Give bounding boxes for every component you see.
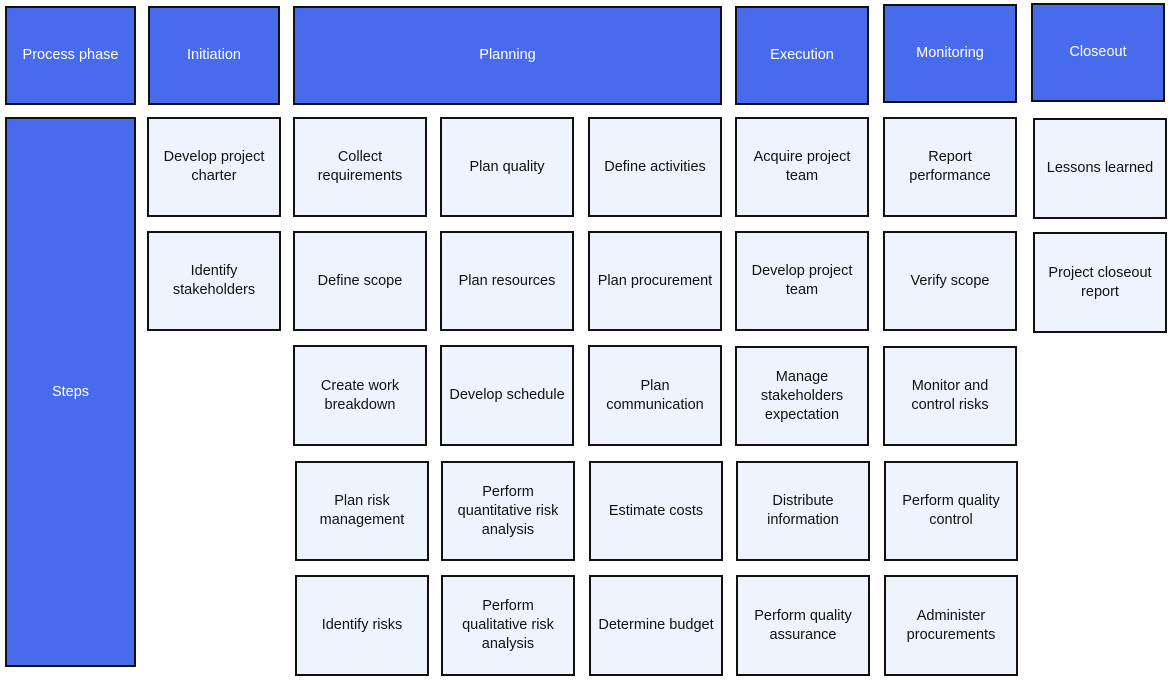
phase-closeout: Closeout bbox=[1031, 3, 1165, 102]
step-label: Perform qualitative risk analysis bbox=[462, 598, 554, 652]
step-label: Plan procurement bbox=[597, 272, 713, 289]
step-box: Verify scope bbox=[883, 231, 1017, 331]
step-label: Create work breakdown bbox=[320, 377, 400, 413]
step-box: Project closeout report bbox=[1033, 232, 1167, 333]
step-label: Develop schedule bbox=[449, 387, 565, 403]
phase-planning: Planning bbox=[293, 6, 722, 105]
step-box: Plan quality bbox=[440, 117, 574, 217]
step-box: Plan risk management bbox=[295, 461, 429, 561]
step-label: Plan resources bbox=[458, 272, 556, 289]
step-box: Plan procurement bbox=[588, 231, 722, 331]
step-label: Identify risks bbox=[321, 617, 403, 633]
step-box: Administer procurements bbox=[884, 575, 1018, 676]
step-label: Lessons learned bbox=[1046, 160, 1154, 176]
phase-execution-label: Execution bbox=[770, 47, 834, 63]
phase-execution: Execution bbox=[735, 6, 869, 105]
step-label: Monitor and control risks bbox=[911, 378, 989, 413]
step-box: Plan communication bbox=[588, 345, 722, 446]
step-label: Perform quality assurance bbox=[754, 607, 852, 643]
step-box: Define activities bbox=[588, 117, 722, 217]
step-label: Plan risk management bbox=[319, 493, 405, 528]
step-box: Collect requirements bbox=[293, 117, 427, 217]
steps-label: Steps bbox=[5, 117, 136, 667]
step-box: Estimate costs bbox=[589, 461, 723, 561]
step-label: Perform quantitative risk analysis bbox=[457, 483, 559, 538]
step-label: Estimate costs bbox=[608, 502, 704, 519]
phase-initiation: Initiation bbox=[148, 6, 280, 105]
step-label: Project closeout report bbox=[1048, 264, 1152, 300]
step-label: Acquire project team bbox=[753, 149, 851, 184]
step-label: Distribute information bbox=[767, 493, 839, 528]
step-label: Report performance bbox=[909, 149, 991, 184]
step-box: Create work breakdown bbox=[293, 345, 427, 446]
step-label: Plan communication bbox=[606, 377, 704, 413]
step-box: Perform quantitative risk analysis bbox=[441, 461, 575, 561]
phase-closeout-label: Closeout bbox=[1069, 44, 1127, 60]
step-label: Perform quality control bbox=[902, 493, 1000, 528]
step-box: Acquire project team bbox=[735, 117, 869, 217]
step-box: Perform quality control bbox=[884, 461, 1018, 561]
step-label: Identify stakeholders bbox=[172, 263, 256, 298]
step-label: Develop project charter bbox=[163, 149, 265, 184]
step-box: Develop project team bbox=[735, 231, 869, 331]
step-box: Plan resources bbox=[440, 231, 574, 331]
process-phase-text: Process phase bbox=[22, 47, 119, 63]
phase-planning-label: Planning bbox=[479, 47, 536, 63]
step-box: Perform quality assurance bbox=[736, 575, 870, 676]
step-box: Develop schedule bbox=[440, 345, 574, 446]
step-label: Verify scope bbox=[910, 272, 990, 289]
phase-monitoring-label: Monitoring bbox=[916, 45, 984, 61]
step-box: Develop project charter bbox=[147, 117, 281, 217]
phase-initiation-label: Initiation bbox=[186, 47, 241, 63]
step-box: Identify stakeholders bbox=[147, 231, 281, 331]
step-box: Manage stakeholders expectation bbox=[735, 346, 869, 446]
step-label: Develop project team bbox=[751, 263, 853, 298]
step-box: Determine budget bbox=[589, 575, 723, 676]
process-phase-label: Process phase bbox=[5, 6, 136, 105]
step-label: Define scope bbox=[317, 272, 403, 289]
step-label: Plan quality bbox=[469, 158, 545, 175]
step-box: Report performance bbox=[883, 117, 1017, 217]
step-box: Identify risks bbox=[295, 575, 429, 676]
phase-monitoring: Monitoring bbox=[883, 4, 1017, 103]
step-box: Distribute information bbox=[736, 461, 870, 561]
step-label: Define activities bbox=[604, 158, 706, 175]
step-box: Lessons learned bbox=[1033, 118, 1167, 219]
step-box: Define scope bbox=[293, 231, 427, 331]
step-box: Monitor and control risks bbox=[883, 346, 1017, 446]
step-box: Perform qualitative risk analysis bbox=[441, 575, 575, 676]
step-label: Manage stakeholders expectation bbox=[760, 368, 844, 423]
step-label: Determine budget bbox=[598, 617, 714, 633]
step-label: Administer procurements bbox=[906, 607, 996, 643]
steps-label-text: Steps bbox=[51, 383, 90, 400]
step-label: Collect requirements bbox=[317, 149, 403, 184]
